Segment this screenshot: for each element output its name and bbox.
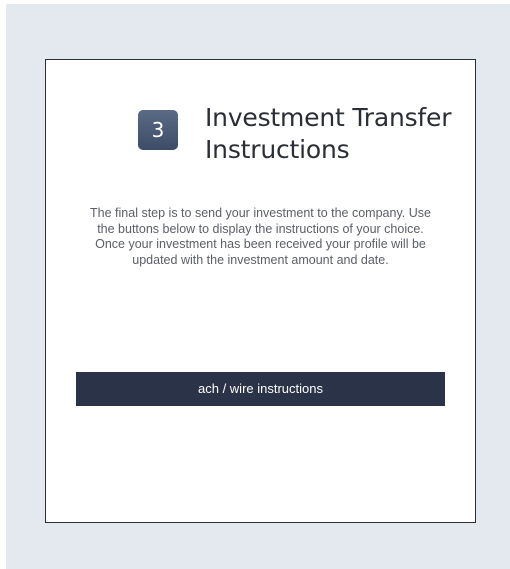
ach-wire-instructions-button[interactable]: ach / wire instructions: [76, 372, 445, 406]
step-number-badge: 3: [138, 110, 178, 150]
instructions-card: 3 Investment Transfer Instructions The f…: [45, 59, 476, 523]
step-title: Investment Transfer Instructions: [205, 103, 452, 164]
step-description: The final step is to send your investmen…: [90, 206, 431, 267]
